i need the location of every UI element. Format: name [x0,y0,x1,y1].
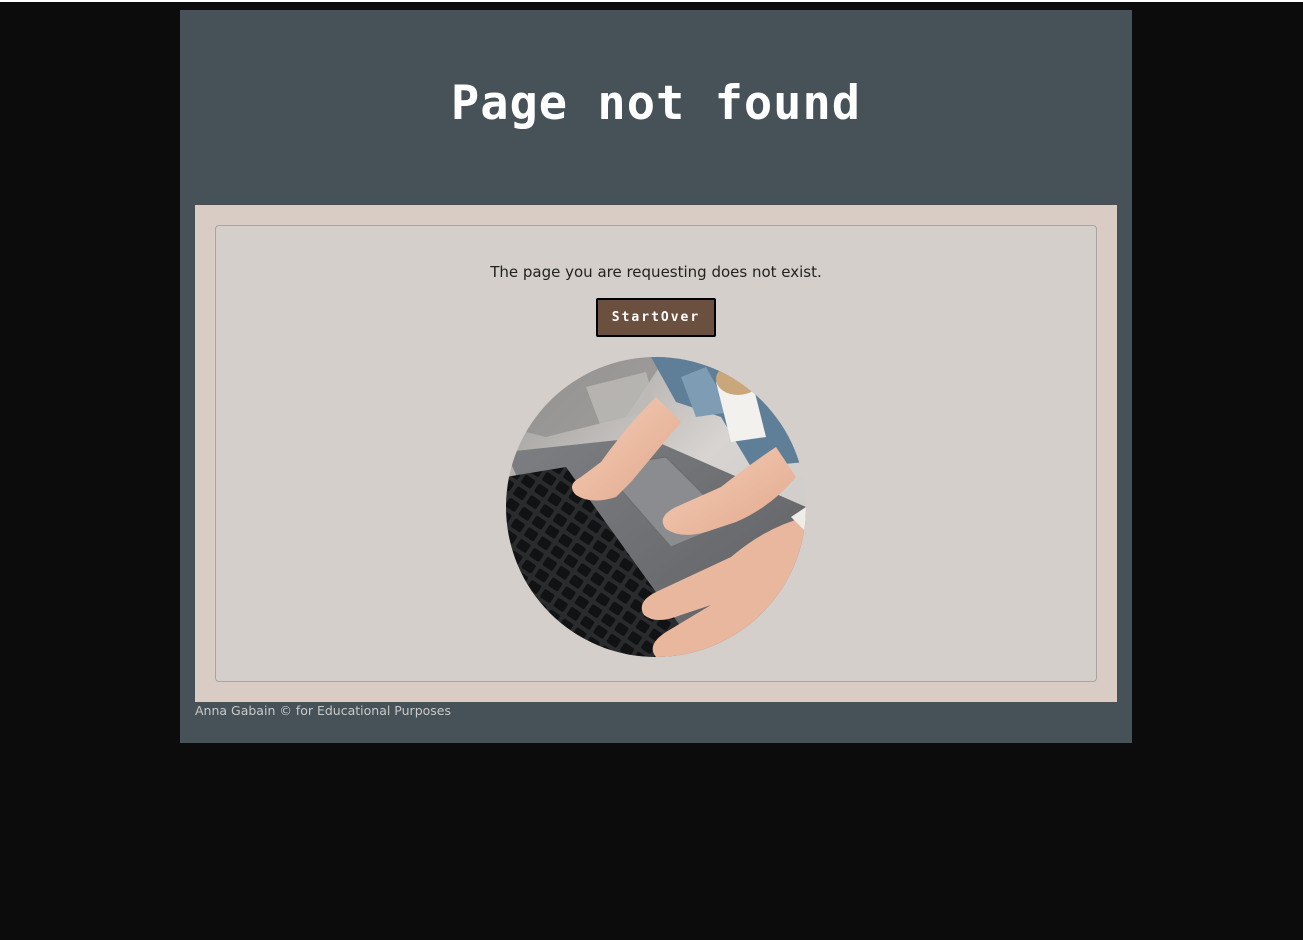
page-title: Page not found [450,76,862,131]
page-wrapper: Page not found The page you are requesti… [180,10,1132,743]
not-found-message: The page you are requesting does not exi… [490,263,822,281]
main-content: The page you are requesting does not exi… [195,205,1117,702]
start-over-button[interactable]: StartOver [596,298,716,337]
footer-copyright: Anna Gabain © for Educational Purposes [195,703,451,718]
laptop-photo [506,357,806,657]
top-strip [0,0,1303,2]
content-card: The page you are requesting does not exi… [215,225,1097,682]
header: Page not found [180,10,1132,205]
